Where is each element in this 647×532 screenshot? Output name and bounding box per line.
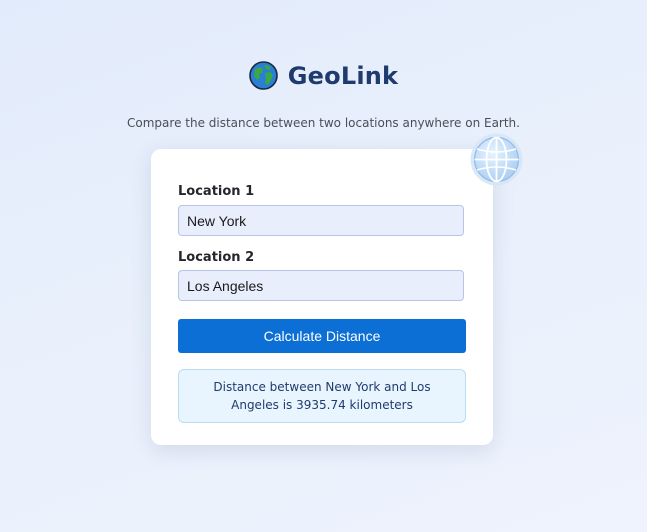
earth-globe-icon bbox=[248, 61, 278, 90]
location-2-input[interactable] bbox=[178, 270, 464, 301]
calculate-distance-button[interactable]: Calculate Distance bbox=[178, 319, 466, 353]
location-2-label: Location 2 bbox=[178, 250, 255, 265]
location-1-label: Location 1 bbox=[178, 184, 255, 199]
distance-form-card: Location 1 Location 2 Calculate Distance… bbox=[151, 149, 493, 445]
result-text: Distance between New York and Los Angele… bbox=[213, 380, 431, 412]
result-box: Distance between New York and Los Angele… bbox=[178, 369, 466, 423]
globe-grid-icon bbox=[468, 131, 525, 188]
location-1-input[interactable] bbox=[178, 205, 464, 236]
page-subtitle: Compare the distance between two locatio… bbox=[127, 116, 520, 130]
app-title: GeoLink bbox=[287, 61, 399, 90]
app-header: GeoLink bbox=[0, 61, 647, 90]
